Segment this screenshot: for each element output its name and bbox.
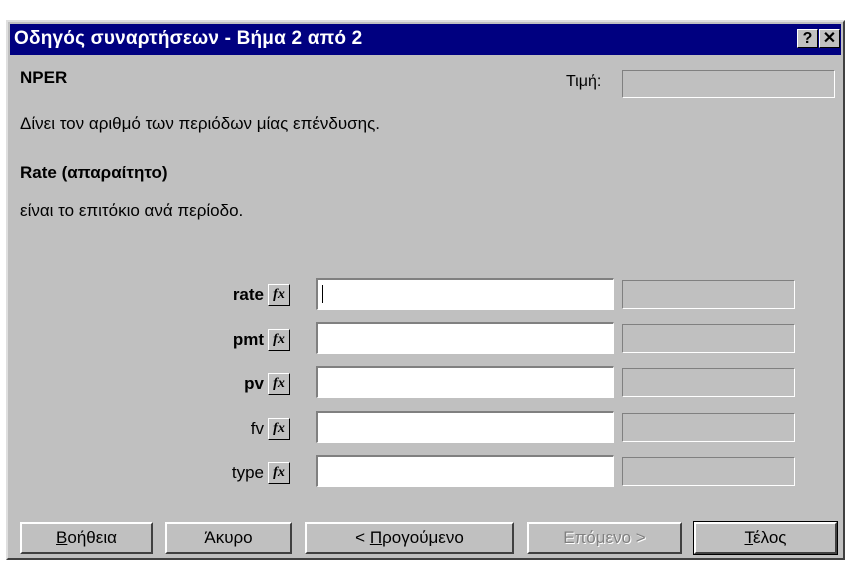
back-button-prefix: < [355, 528, 370, 547]
fx-button-pv[interactable]: fx [268, 373, 290, 395]
window-title: Οδηγός συναρτήσεων - Βήμα 2 από 2 [14, 28, 363, 49]
function-value-display [622, 70, 835, 98]
fx-button-rate[interactable]: fx [268, 284, 290, 306]
argument-label-pv: pv [244, 374, 264, 393]
close-icon[interactable]: ✕ [819, 29, 840, 48]
fv-input[interactable] [316, 411, 614, 443]
help-button-label: οήθεια [67, 528, 117, 547]
value-label: Τιμή: [566, 73, 602, 90]
type-input[interactable] [316, 455, 614, 487]
help-icon[interactable]: ? [797, 29, 818, 48]
help-button-accel: Β [56, 528, 68, 547]
fx-button-fv[interactable]: fx [268, 418, 290, 440]
fv-result [622, 413, 795, 442]
next-button[interactable]: Επόμενο > [527, 522, 682, 554]
pmt-result [622, 324, 795, 353]
argument-label-rate: rate [232, 285, 264, 304]
pmt-input[interactable] [316, 322, 614, 354]
help-button[interactable]: Βοήθεια [20, 522, 153, 554]
function-wizard-dialog: Οδηγός συναρτήσεων - Βήμα 2 από 2 ? ✕ NP… [6, 20, 845, 560]
pv-result [622, 368, 795, 397]
pv-input[interactable] [316, 366, 614, 398]
fx-button-type[interactable]: fx [268, 462, 290, 484]
argument-help-title: Rate (απαραίτητο) [20, 163, 168, 182]
argument-label-pmt: pmt [232, 330, 264, 349]
back-button-label: ρογούμενο [382, 528, 464, 547]
argument-label-fv: fv [250, 419, 264, 438]
finish-button[interactable]: Τέλος [693, 521, 838, 555]
back-button[interactable]: < Προγούμενο [305, 522, 514, 554]
function-description: Δίνει τον αριθμό των περιόδων μίας επένδ… [20, 114, 381, 133]
fx-button-pmt[interactable]: fx [268, 329, 290, 351]
type-result [622, 457, 795, 486]
finish-button-label: έλος [753, 528, 787, 547]
finish-button-accel: Τ [744, 528, 754, 547]
cancel-button[interactable]: Άκυρο [165, 522, 292, 554]
rate-result [622, 280, 795, 309]
function-name: NPER [20, 68, 68, 87]
argument-label-type: type [231, 463, 264, 482]
back-button-accel: Π [369, 528, 383, 547]
argument-help-description: είναι το επιτόκιο ανά περίοδο. [20, 201, 244, 220]
rate-input[interactable] [316, 278, 614, 310]
title-bar[interactable]: Οδηγός συναρτήσεων - Βήμα 2 από 2 ? ✕ [10, 24, 841, 55]
